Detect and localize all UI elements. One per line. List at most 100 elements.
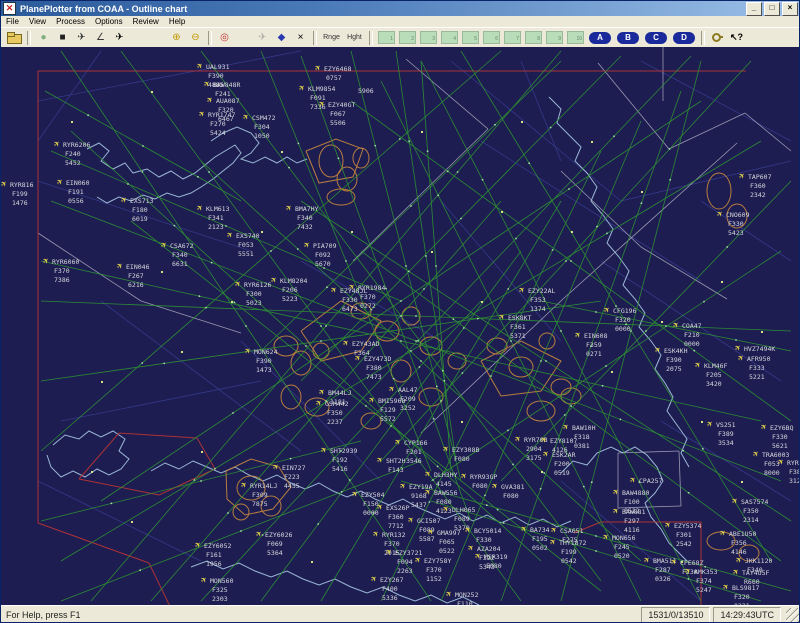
chart-preset-2[interactable]: 2 [399, 31, 416, 44]
aircraft-label[interactable]: ✈RYR6126F3005023 [233, 278, 272, 307]
aircraft-label[interactable]: ✈SHT2HF143 [375, 454, 406, 474]
chart-preset-3[interactable]: 3 [420, 31, 437, 44]
view-b-button[interactable]: B [617, 32, 639, 44]
locate-button[interactable]: ◎ [216, 30, 233, 45]
chart-preset-5[interactable]: 5 [462, 31, 479, 44]
menu-options[interactable]: Options [90, 17, 128, 26]
svg-text:AMK353F3745247: AMK353F3745247 [694, 568, 718, 594]
aircraft-label[interactable]: ✈GVA381F080 [490, 480, 525, 500]
aircraft-label[interactable]: ✈THY1872F1990542 [548, 536, 587, 565]
aircraft-label[interactable]: ✈MSR319F080 [473, 550, 508, 570]
svg-text:RYR6126F3005023: RYR6126F3005023 [244, 281, 271, 307]
mlat-disabled-button[interactable]: ✈ [254, 30, 271, 45]
aircraft-label[interactable]: ✈EIN608F3590271 [573, 329, 608, 358]
track-button[interactable]: ✈ [73, 30, 90, 45]
aircraft-label[interactable]: ✈RYR14LJF3097875 [239, 479, 278, 508]
chart-view-button[interactable] [130, 30, 147, 45]
status-utc-clock: 14:29:43UTC [713, 607, 781, 623]
aircraft-label[interactable]: ✈EZY64680757 [313, 62, 352, 82]
chart-preset-4[interactable]: 4 [441, 31, 458, 44]
title-bar[interactable]: ✕ PlanePlotter from COAA - Outline chart… [1, 1, 800, 16]
aircraft-label[interactable]: ✈EZY5374F3012542 [663, 519, 702, 548]
chart-preset-7[interactable]: 7 [504, 31, 521, 44]
menu-view[interactable]: View [24, 17, 51, 26]
chart-preset-9[interactable]: 9 [546, 31, 563, 44]
height-button[interactable]: Hght [344, 30, 365, 45]
aircraft-label[interactable]: ✈ESK8KTF3615371 [497, 311, 532, 340]
chart-preset-6[interactable]: 6 [483, 31, 500, 44]
close-button[interactable]: × [782, 2, 798, 16]
aircraft-label[interactable]: ✈EXS26PF3607712 [375, 501, 410, 530]
chart-preset-1[interactable]: 1 [378, 31, 395, 44]
stop-button[interactable]: ■ [54, 30, 71, 45]
aircraft-label[interactable]: ✈ESK4KHF3902075 [653, 344, 688, 373]
aircraft-label[interactable]: ✈EIN060F1910556 [55, 176, 90, 205]
aircraft-label[interactable]: ✈CPA257 [628, 474, 663, 485]
resize-grip[interactable] [786, 608, 800, 623]
restore-button[interactable]: □ [764, 2, 780, 16]
compass-button[interactable]: ◆ [273, 30, 290, 45]
aircraft-label[interactable]: ✈SAS7574F3502314 [730, 495, 769, 524]
registration-key-button[interactable] [709, 30, 726, 45]
aircraft-label[interactable]: ✈CSM472F3041050 [241, 111, 276, 140]
zoom-out-button[interactable]: ⊖ [187, 30, 204, 45]
range-button[interactable]: Rnge [321, 30, 342, 45]
open-chart-file-button[interactable] [6, 30, 23, 45]
aircraft-label[interactable]: ✈KLM8204F2065223 [269, 274, 308, 303]
minimize-button[interactable]: _ [746, 2, 762, 16]
close-chart-button[interactable]: × [292, 30, 309, 45]
view-d-button[interactable]: D [673, 32, 695, 44]
aircraft-label[interactable]: ✈CNO609F3305423 [715, 208, 750, 237]
aircraft-label[interactable]: ✈BLS9817F3200331 [721, 581, 760, 605]
view-c-button[interactable]: C [645, 32, 667, 44]
aircraft-label[interactable]: ✈EZY40GTF0675506 [317, 98, 356, 127]
aircraft-plane-icon: ✈ [197, 108, 208, 119]
aircraft-label[interactable]: ✈KLM46FF2053420 [693, 359, 728, 388]
aircraft-label[interactable]: 5906 [358, 87, 374, 95]
menu-process[interactable]: Process [51, 17, 90, 26]
aircraft-label[interactable]: ✈EXS713F1806019 [119, 194, 154, 223]
menu-help[interactable]: Help [164, 17, 190, 26]
aircraft-label[interactable]: ✈AFR950F3335221 [736, 352, 771, 381]
aircraft-label[interactable]: ✈EXS740F0535551 [225, 229, 260, 258]
aircraft-label[interactable]: ✈EZY6026F0695364 [254, 528, 293, 557]
aircraft-label[interactable]: ✈BMA7HYF3407432 [284, 202, 319, 231]
aircraft-label[interactable]: ✈PIA709F0925670 [302, 239, 337, 268]
aircraft-label[interactable]: ✈COA47F2100000 [671, 319, 702, 348]
aircraft-label[interactable]: ✈EZY6BQF3305621 [759, 421, 794, 450]
outline-chart-button[interactable] [149, 30, 166, 45]
window-controls: _ □ × [746, 2, 800, 16]
aircraft-label[interactable]: ✈ABE1U50F3564146 [718, 527, 757, 556]
aircraft-label[interactable]: ✈KLM613F3412123 [195, 202, 230, 231]
aircraft-label[interactable]: ✈EZY308BF080 [441, 443, 480, 463]
aircraft-label[interactable]: ✈EZY758YF3701152 [413, 554, 452, 583]
aircraft-label[interactable]: ✈GSM442F3502237 [314, 397, 349, 426]
view-a-button[interactable]: A [589, 32, 611, 44]
aircraft-label[interactable]: ✈RYR6060F3707386 [41, 255, 80, 284]
aircraft-label[interactable]: ✈RYR816F1991476 [1, 178, 34, 207]
protractor-button[interactable]: ∠ [92, 30, 109, 45]
aircraft-label[interactable]: ✈RYR6206F2405452 [52, 138, 91, 167]
aircraft-label[interactable]: ✈GCI507F0895587 [406, 514, 441, 543]
aircraft-label[interactable]: ✈VS251F3893534 [705, 418, 736, 447]
chart-preset-8[interactable]: 8 [525, 31, 542, 44]
record-button[interactable]: ● [35, 30, 52, 45]
aircraft-label[interactable]: ✈EIN046F2676216 [115, 260, 150, 289]
aircraft-view-button[interactable]: ✈ [111, 30, 128, 45]
aircraft-label[interactable]: ✈ESK2ARF2000519 [541, 448, 576, 477]
aircraft-label[interactable]: ✈MON624F3901473 [243, 345, 278, 374]
aircraft-label[interactable]: ✈MON560F3252303 [199, 574, 234, 603]
menu-file[interactable]: File [1, 17, 24, 26]
aircraft-plane-icon: ✈ [284, 202, 295, 213]
context-help-button[interactable]: ↖? [728, 30, 745, 45]
aircraft-label[interactable]: ✈TAP607F3602342 [737, 170, 772, 199]
chart-preset-10[interactable]: 10 [567, 31, 584, 44]
aircraft-label[interactable]: ✈EZY267F4005336 [369, 573, 404, 602]
aircraft-label[interactable]: ✈EZY6052F1611956 [193, 539, 232, 568]
process-button[interactable] [235, 30, 252, 45]
zoom-in-button[interactable]: ⊕ [168, 30, 185, 45]
aircraft-label[interactable]: ✈BAW881F2974116 [611, 505, 646, 534]
map-canvas[interactable]: ✈UAL931F3904885✈BAW848RF241✈AUA087F32064… [1, 47, 800, 605]
aircraft-label[interactable]: ✈BCY5014F330 [463, 524, 502, 544]
menu-review[interactable]: Review [128, 17, 164, 26]
